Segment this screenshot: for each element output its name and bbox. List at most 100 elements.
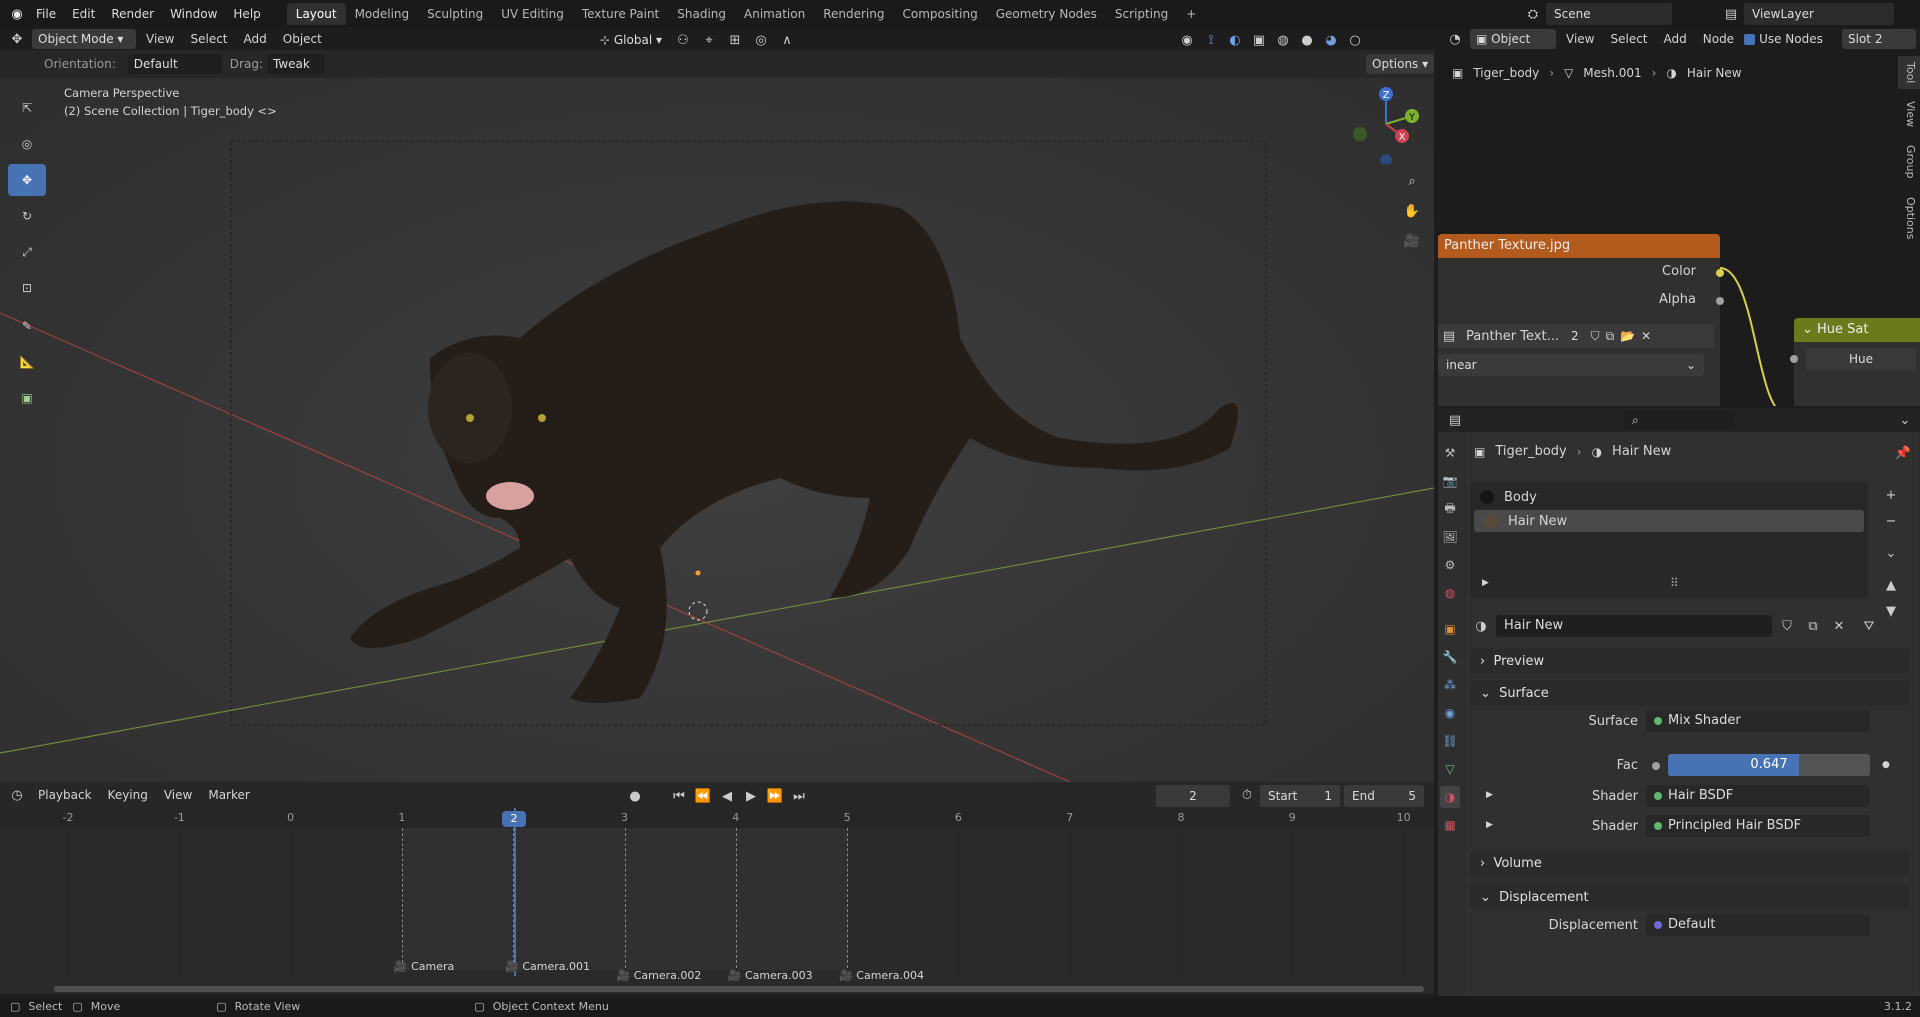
scene-tab-icon[interactable]: ⚙ xyxy=(1440,554,1460,576)
play-icon[interactable]: ▶ xyxy=(740,785,762,807)
snap-target-icon[interactable]: ⊞ xyxy=(724,29,746,51)
properties-editor-type-icon[interactable]: ▤ xyxy=(1444,409,1466,431)
fac-slider[interactable]: 0.647 xyxy=(1668,754,1870,776)
node-menu-select[interactable]: Select xyxy=(1604,32,1653,46)
object-tab-icon[interactable]: ▣ xyxy=(1440,618,1460,640)
3d-viewport[interactable]: Camera Perspective (2) Scene Collection … xyxy=(0,78,1434,782)
image-browse-icon[interactable]: ▤ xyxy=(1438,325,1460,347)
material-shading-icon[interactable]: ◕ xyxy=(1320,29,1342,51)
material-name-field[interactable]: Hair New xyxy=(1496,615,1772,637)
menu-help[interactable]: Help xyxy=(225,0,268,28)
viewport-menu-add[interactable]: Add xyxy=(238,32,273,46)
sidebar-tab-group[interactable]: Group xyxy=(1898,139,1920,185)
use-nodes-checkbox[interactable]: Use Nodes xyxy=(1744,32,1823,46)
image-texture-node[interactable]: Panther Texture.jpg Color Alpha ▤ Panthe… xyxy=(1438,234,1724,406)
hue-node-header[interactable]: ⌄ Hue Sat xyxy=(1794,318,1920,342)
workspace-tab-modeling[interactable]: Modeling xyxy=(346,3,419,25)
menu-window[interactable]: Window xyxy=(162,0,225,28)
fake-user-icon[interactable]: ⛉ xyxy=(1776,615,1798,637)
sidebar-tab-tool[interactable]: Tool xyxy=(1898,56,1920,90)
hue-saturation-node[interactable]: ⌄ Hue Sat Hue xyxy=(1790,318,1920,406)
record-icon[interactable]: ● xyxy=(624,785,646,807)
3d-cursor[interactable] xyxy=(688,601,708,621)
clock-icon[interactable]: ⏱ xyxy=(1236,784,1258,806)
particles-tab-icon[interactable]: ⁂ xyxy=(1440,674,1460,696)
fac-keyframe-dot-icon[interactable]: ● xyxy=(1882,760,1890,770)
data-tab-icon[interactable]: ▽ xyxy=(1440,758,1460,780)
timeline-marker[interactable]: 🎥 Camera xyxy=(394,960,454,973)
drag-dropdown[interactable]: Tweak xyxy=(266,54,325,74)
navigation-gizmo[interactable]: Z Y X xyxy=(1346,84,1426,164)
timeline-marker[interactable]: 🎥 Camera.002 xyxy=(617,969,702,982)
displacement-panel[interactable]: ⌄ Displacement xyxy=(1470,884,1910,910)
hue-field[interactable]: Hue xyxy=(1806,348,1916,370)
texture-tab-icon[interactable]: ▦ xyxy=(1440,814,1460,836)
duplicate-icon[interactable]: ⧉ xyxy=(1606,329,1615,344)
play-reverse-icon[interactable]: ◀ xyxy=(716,785,738,807)
workspace-tab-texture-paint[interactable]: Texture Paint xyxy=(573,3,668,25)
annotate-tool-icon[interactable]: ✎ xyxy=(8,310,46,342)
breadcrumb-object[interactable]: Tiger_body xyxy=(1473,66,1539,80)
material-browse-icon[interactable]: ◑ xyxy=(1470,615,1492,637)
shader2-expand-icon[interactable]: ▶ xyxy=(1486,820,1493,830)
timeline-marker[interactable]: 🎥 Camera.003 xyxy=(728,969,813,982)
node-menu-view[interactable]: View xyxy=(1560,32,1600,46)
modifier-tab-icon[interactable]: 🔧 xyxy=(1440,646,1460,668)
viewlayer-selector[interactable]: ViewLayer xyxy=(1744,3,1894,25)
shader2-field[interactable]: Principled Hair BSDF xyxy=(1646,815,1870,837)
breadcrumb-tiger-body[interactable]: Tiger_body xyxy=(1495,444,1566,459)
start-frame-field[interactable]: Start 1 xyxy=(1260,785,1340,807)
viewport-menu-view[interactable]: View xyxy=(140,32,180,46)
falloff-icon[interactable]: ∧ xyxy=(776,29,798,51)
transform-tool-icon[interactable]: ⊡ xyxy=(8,272,46,304)
material-tab-icon[interactable]: ◑ xyxy=(1440,786,1460,808)
material-slot-list[interactable]: Body Hair New ▶ ⠿ xyxy=(1470,482,1868,598)
menu-render[interactable]: Render xyxy=(103,0,162,28)
unlink-icon[interactable]: ✕ xyxy=(1641,329,1651,343)
overlay-toggle-icon[interactable]: ◐ xyxy=(1224,29,1246,51)
slot-specials-icon[interactable]: ⌄ xyxy=(1880,542,1902,564)
playhead-line[interactable] xyxy=(514,808,516,976)
mode-dropdown[interactable]: Object Mode ▾ xyxy=(32,29,136,49)
breadcrumb-mesh[interactable]: Mesh.001 xyxy=(1583,66,1641,80)
pivot-icon[interactable]: ⚇ xyxy=(672,29,694,51)
camera-view-icon[interactable]: 🎥 xyxy=(1401,230,1423,252)
displacement-field[interactable]: Default xyxy=(1646,914,1870,936)
workspace-tab-animation[interactable]: Animation xyxy=(735,3,814,25)
wireframe-shading-icon[interactable]: ◍ xyxy=(1272,29,1294,51)
playhead-badge[interactable]: 2 xyxy=(502,811,526,827)
duplicate-material-icon[interactable]: ⧉ xyxy=(1802,615,1824,637)
timeline-marker[interactable]: 🎥 Camera.004 xyxy=(839,969,924,982)
jump-start-icon[interactable]: ⏮ xyxy=(668,785,690,807)
measure-tool-icon[interactable]: 📐 xyxy=(8,346,46,378)
move-slot-up-icon[interactable]: ▲ xyxy=(1880,574,1902,596)
scene-selector[interactable]: Scene xyxy=(1546,3,1672,25)
volume-panel[interactable]: › Volume xyxy=(1470,850,1910,876)
snap-icon[interactable]: ⌖ xyxy=(698,29,720,51)
physics-tab-icon[interactable]: ◉ xyxy=(1440,702,1460,724)
next-keyframe-icon[interactable]: ⏩ xyxy=(764,785,786,807)
sidebar-tab-options[interactable]: Options xyxy=(1898,191,1920,245)
workspace-tab-scripting[interactable]: Scripting xyxy=(1106,3,1177,25)
slot-dropdown[interactable]: Slot 2 xyxy=(1842,29,1916,49)
orientation-dropdown[interactable]: Default xyxy=(127,54,222,74)
output-tab-icon[interactable]: 🖶 xyxy=(1440,498,1460,520)
render-tab-icon[interactable]: 📷 xyxy=(1440,470,1460,492)
unlink-material-icon[interactable]: ✕ xyxy=(1828,615,1850,637)
timeline-marker[interactable]: 🎥 Camera.001 xyxy=(505,960,590,973)
shader1-expand-icon[interactable]: ▶ xyxy=(1486,790,1493,800)
jump-end-icon[interactable]: ⏭ xyxy=(788,785,810,807)
node-menu-node[interactable]: Node xyxy=(1697,32,1740,46)
pin-icon[interactable]: 📌 xyxy=(1892,442,1914,464)
image-datablock-row[interactable]: ▤ Panther Text... 2 ⛉ ⧉ 📂 ✕ xyxy=(1438,324,1714,348)
constraints-tab-icon[interactable]: ⛓ xyxy=(1440,730,1460,752)
workspace-tab-shading[interactable]: Shading xyxy=(668,3,735,25)
tool-tab-icon[interactable]: ⚒ xyxy=(1440,442,1460,464)
workspace-tab-rendering[interactable]: Rendering xyxy=(814,3,893,25)
select-tool-icon[interactable]: ⇱ xyxy=(8,92,46,124)
open-folder-icon[interactable]: 📂 xyxy=(1620,329,1635,343)
breadcrumb-hair-new[interactable]: Hair New xyxy=(1612,444,1671,459)
view-layer-tab-icon[interactable]: 🖼 xyxy=(1440,526,1460,548)
shader1-field[interactable]: Hair BSDF xyxy=(1646,785,1870,807)
node-editor[interactable]: ◔ ▣ Object View Select Add Node Use Node… xyxy=(1438,28,1920,406)
